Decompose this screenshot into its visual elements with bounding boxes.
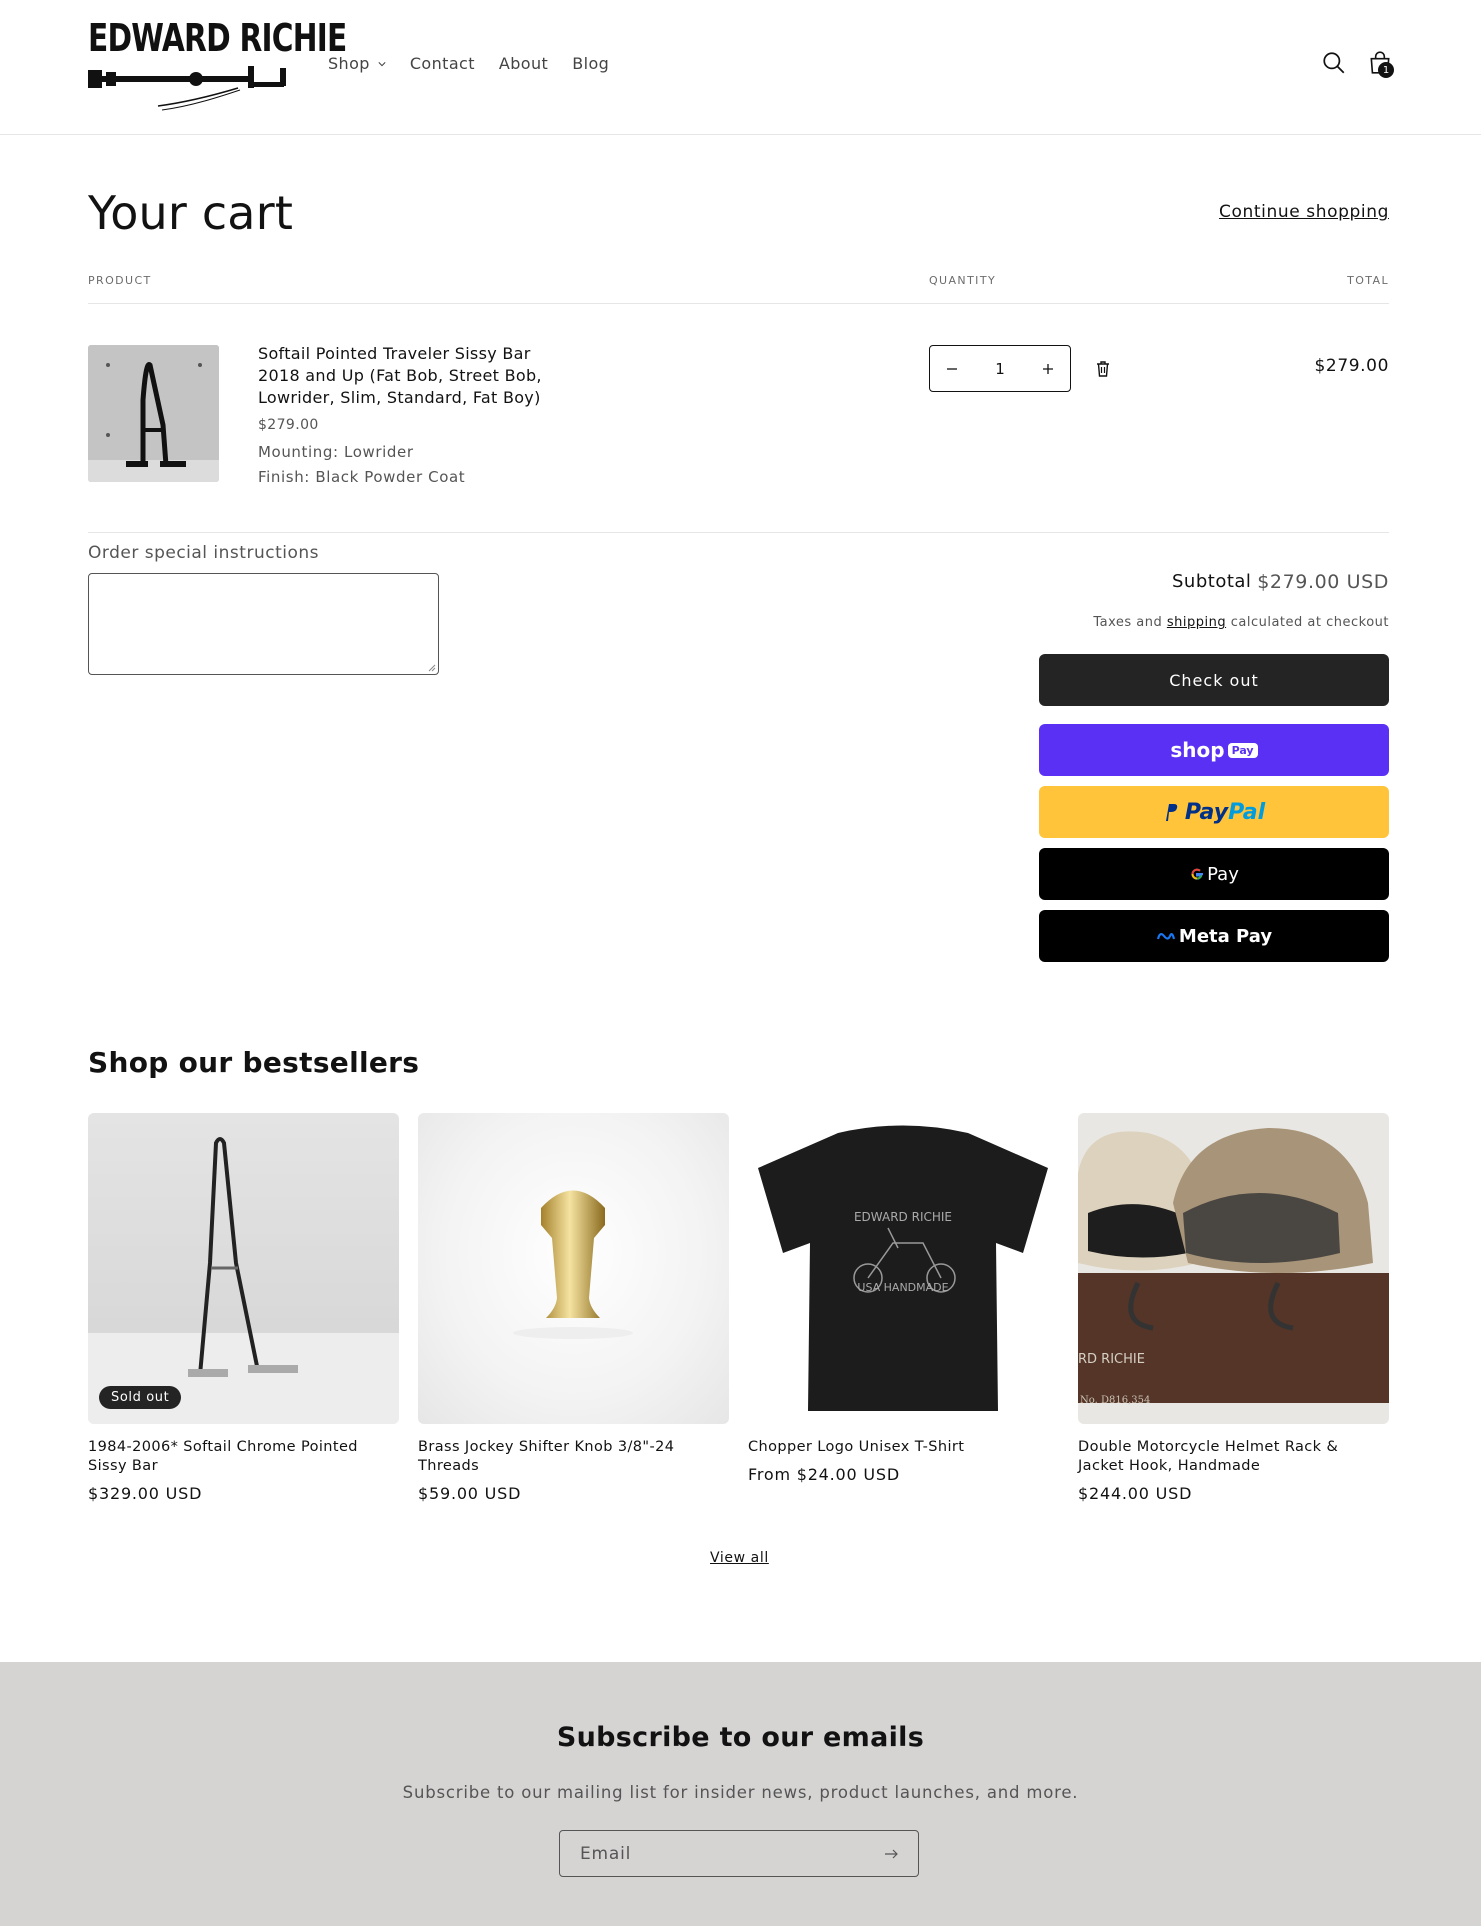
chrome-sissy-bar-image xyxy=(88,1137,399,1424)
newsletter-subtitle: Subscribe to our mailing list for inside… xyxy=(402,1783,1079,1802)
cart-item-image[interactable] xyxy=(88,345,219,482)
product-card[interactable]: EDWARD RICHIE USA HANDMADE Chopper Logo … xyxy=(748,1113,1059,1484)
nav-contact[interactable]: Contact xyxy=(410,54,475,73)
instructions-textarea[interactable] xyxy=(88,573,439,675)
store-logo[interactable]: EDWARD RICHIE xyxy=(88,16,347,114)
shipping-link[interactable]: shipping xyxy=(1167,615,1226,630)
product-price: $329.00 USD xyxy=(88,1484,203,1503)
product-price: $244.00 USD xyxy=(1078,1484,1193,1503)
product-price: From $24.00 USD xyxy=(748,1465,900,1484)
column-header-product: PRODUCT xyxy=(88,274,152,287)
site-header: EDWARD RICHIE Shop Contact About Blog 1 xyxy=(0,0,1481,135)
divider xyxy=(88,532,1389,533)
nav-about[interactable]: About xyxy=(499,54,548,73)
product-title[interactable]: 1984-2006* Softail Chrome Pointed Sissy … xyxy=(88,1438,399,1476)
tax-note: Taxes and shipping calculated at checkou… xyxy=(1093,615,1389,630)
meta-pay-label: Meta Pay xyxy=(1178,925,1273,947)
product-price: $59.00 USD xyxy=(418,1484,522,1503)
shop-pay-button[interactable]: shop Pay xyxy=(1039,724,1389,776)
meta-pay-button[interactable]: Meta Pay xyxy=(1039,910,1389,962)
column-header-quantity: QUANTITY xyxy=(929,274,997,287)
shop-pay-wordmark: shop xyxy=(1170,738,1225,762)
column-header-total: TOTAL xyxy=(1347,274,1389,287)
logo-text: EDWARD RICHIE xyxy=(88,16,347,60)
quantity-stepper: 1 xyxy=(929,345,1071,392)
sold-out-badge: Sold out xyxy=(99,1386,182,1409)
helmet-watermark-text: RD RICHIE xyxy=(1078,1352,1145,1367)
arrow-right-icon[interactable] xyxy=(884,1849,898,1859)
checkout-button[interactable]: Check out xyxy=(1039,654,1389,706)
continue-shopping-link[interactable]: Continue shopping xyxy=(1219,202,1389,222)
quantity-input[interactable]: 1 xyxy=(995,360,1005,378)
cart-item-price: $279.00 xyxy=(258,417,319,433)
tax-prefix: Taxes and xyxy=(1093,615,1167,630)
product-image[interactable] xyxy=(418,1113,729,1424)
handlebar-icon xyxy=(88,66,286,111)
subtotal-label: Subtotal xyxy=(1172,571,1252,592)
view-all-link[interactable]: View all xyxy=(710,1550,769,1566)
trash-icon[interactable] xyxy=(1095,360,1111,378)
paypal-icon xyxy=(1165,804,1178,821)
google-pay-label: Pay xyxy=(1207,863,1239,885)
page-title: Your cart xyxy=(88,186,294,240)
cart-count-badge: 1 xyxy=(1378,62,1394,78)
paypal-pay: Pay xyxy=(1184,799,1229,825)
cart-item-total: $279.00 xyxy=(1314,356,1389,376)
subtotal-value: $279.00 USD xyxy=(1257,571,1389,593)
google-g-icon xyxy=(1191,868,1204,880)
meta-icon xyxy=(1156,932,1175,940)
helmet-patent-text: No. D816,354 xyxy=(1080,1395,1150,1406)
product-title[interactable]: Double Motorcycle Helmet Rack & Jacket H… xyxy=(1078,1438,1389,1476)
helmet-rack-image: RD RICHIE No. D816,354 xyxy=(1078,1128,1389,1406)
product-title[interactable]: Chopper Logo Unisex T-Shirt xyxy=(748,1438,1059,1457)
nav-shop[interactable]: Shop xyxy=(328,54,386,73)
paypal-pal: Pal xyxy=(1228,799,1266,825)
product-image[interactable]: EDWARD RICHIE USA HANDMADE xyxy=(748,1113,1059,1424)
plus-icon[interactable] xyxy=(1042,363,1054,375)
product-card[interactable]: Brass Jockey Shifter Knob 3/8"-24 Thread… xyxy=(418,1113,729,1503)
resize-handle-icon[interactable] xyxy=(428,664,436,672)
cart-item-finish: Finish: Black Powder Coat xyxy=(258,468,466,486)
google-pay-button[interactable]: Pay xyxy=(1039,848,1389,900)
brass-knob-image xyxy=(513,1190,633,1339)
paypal-button[interactable]: Pay Pal xyxy=(1039,786,1389,838)
cart-item-title[interactable]: Softail Pointed Traveler Sissy Bar 2018 … xyxy=(258,343,568,409)
nav-blog[interactable]: Blog xyxy=(572,54,609,73)
newsletter-section: Subscribe to our emails Subscribe to our… xyxy=(0,1662,1481,1926)
search-icon[interactable] xyxy=(1321,50,1347,76)
instructions-label: Order special instructions xyxy=(88,543,319,563)
minus-icon[interactable] xyxy=(946,363,958,375)
main-nav: Shop Contact About Blog xyxy=(328,54,633,73)
product-title[interactable]: Brass Jockey Shifter Knob 3/8"-24 Thread… xyxy=(418,1438,729,1476)
cart-item-mounting: Mounting: Lowrider xyxy=(258,443,414,461)
shop-pay-pill: Pay xyxy=(1227,742,1258,758)
nav-shop-label: Shop xyxy=(328,54,370,73)
bestsellers-heading: Shop our bestsellers xyxy=(88,1046,420,1079)
product-card[interactable]: RD RICHIE No. D816,354 Double Motorcycle… xyxy=(1078,1113,1389,1503)
product-image[interactable]: RD RICHIE No. D816,354 xyxy=(1078,1113,1389,1424)
tshirt-image: EDWARD RICHIE USA HANDMADE xyxy=(758,1125,1048,1411)
newsletter-heading: Subscribe to our emails xyxy=(556,1722,925,1753)
product-image[interactable]: Sold out xyxy=(88,1113,399,1424)
tshirt-print-brand: EDWARD RICHIE xyxy=(854,1210,952,1224)
email-field[interactable]: Email xyxy=(559,1830,919,1877)
chevron-down-icon xyxy=(378,61,386,66)
tax-suffix: calculated at checkout xyxy=(1226,615,1389,630)
tshirt-print-tagline: USA HANDMADE xyxy=(857,1281,948,1294)
product-card[interactable]: Sold out 1984-2006* Softail Chrome Point… xyxy=(88,1113,399,1503)
email-placeholder: Email xyxy=(580,1843,632,1864)
divider xyxy=(88,303,1389,304)
sissy-bar-image xyxy=(88,345,219,482)
